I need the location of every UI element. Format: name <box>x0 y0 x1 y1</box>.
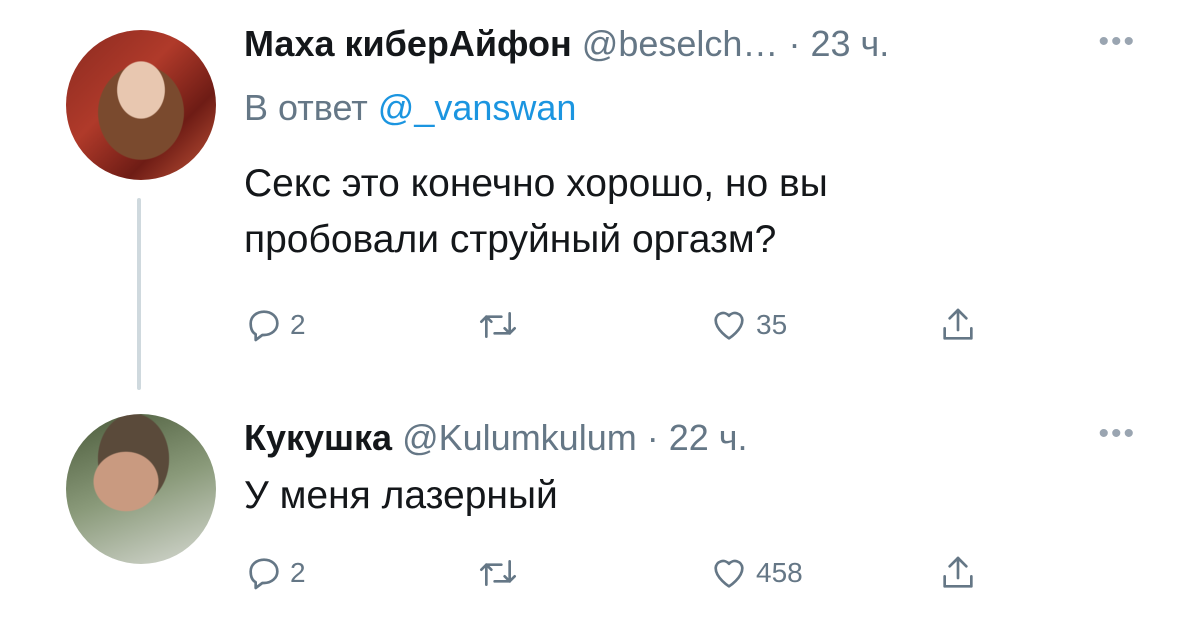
thread-line <box>137 198 141 390</box>
like-button[interactable]: 35 <box>708 300 787 350</box>
action-bar: 2 458 <box>244 548 1004 598</box>
avatar[interactable] <box>66 414 216 564</box>
reply-count: 2 <box>290 557 306 588</box>
like-count: 35 <box>756 309 788 340</box>
retweet-icon <box>476 305 520 345</box>
share-icon <box>938 304 978 346</box>
share-button[interactable] <box>938 548 978 598</box>
like-button[interactable]: 458 <box>708 548 803 598</box>
reply-prefix: В ответ <box>244 87 368 128</box>
retweet-button[interactable] <box>476 548 520 598</box>
tweet-text-line: Секс это конечно хорошо, но вы <box>244 162 828 205</box>
tweet-header: Маха киберАйфон @beselch… · 23 ч. <box>244 22 889 66</box>
user-handle[interactable]: @Kulumkulum <box>402 417 637 458</box>
reply-count: 2 <box>290 309 306 340</box>
share-icon <box>938 552 978 594</box>
display-name[interactable]: Кукушка <box>244 417 392 458</box>
heart-icon <box>708 553 750 593</box>
timestamp[interactable]: 23 ч. <box>810 23 889 64</box>
reply-icon <box>244 305 284 345</box>
avatar[interactable] <box>66 30 216 180</box>
reply-icon <box>244 553 284 593</box>
share-button[interactable] <box>938 300 978 350</box>
separator: · <box>646 417 659 458</box>
tweet[interactable]: Кукушка @Kulumkulum · 22 ч. ••• У меня л… <box>0 400 1200 638</box>
timestamp[interactable]: 22 ч. <box>669 417 748 458</box>
separator: · <box>788 23 801 64</box>
retweet-icon <box>476 553 520 593</box>
tweet-text: У меня лазерный <box>244 468 1044 524</box>
reply-mention-link[interactable]: @_vanswan <box>378 87 577 128</box>
reply-context: В ответ @_vanswan <box>244 86 576 130</box>
tweet[interactable]: Маха киберАйфон @beselch… · 23 ч. ••• В … <box>0 0 1200 400</box>
tweet-text-line: пробовали струйный оргазм? <box>244 218 777 261</box>
reply-button[interactable]: 2 <box>244 548 306 598</box>
action-bar: 2 35 <box>244 300 1004 350</box>
tweet-header: Кукушка @Kulumkulum · 22 ч. <box>244 416 748 460</box>
heart-icon <box>708 305 750 345</box>
like-count: 458 <box>756 557 803 588</box>
tweet-text: Секс это конечно хорошо, но вы пробовали… <box>244 156 1044 268</box>
display-name[interactable]: Маха киберАйфон <box>244 23 572 64</box>
retweet-button[interactable] <box>476 300 520 350</box>
user-handle[interactable]: @beselch… <box>582 23 779 64</box>
more-options-icon[interactable]: ••• <box>1098 419 1136 449</box>
tweet-text-line: У меня лазерный <box>244 474 558 517</box>
reply-button[interactable]: 2 <box>244 300 306 350</box>
more-options-icon[interactable]: ••• <box>1098 27 1136 57</box>
